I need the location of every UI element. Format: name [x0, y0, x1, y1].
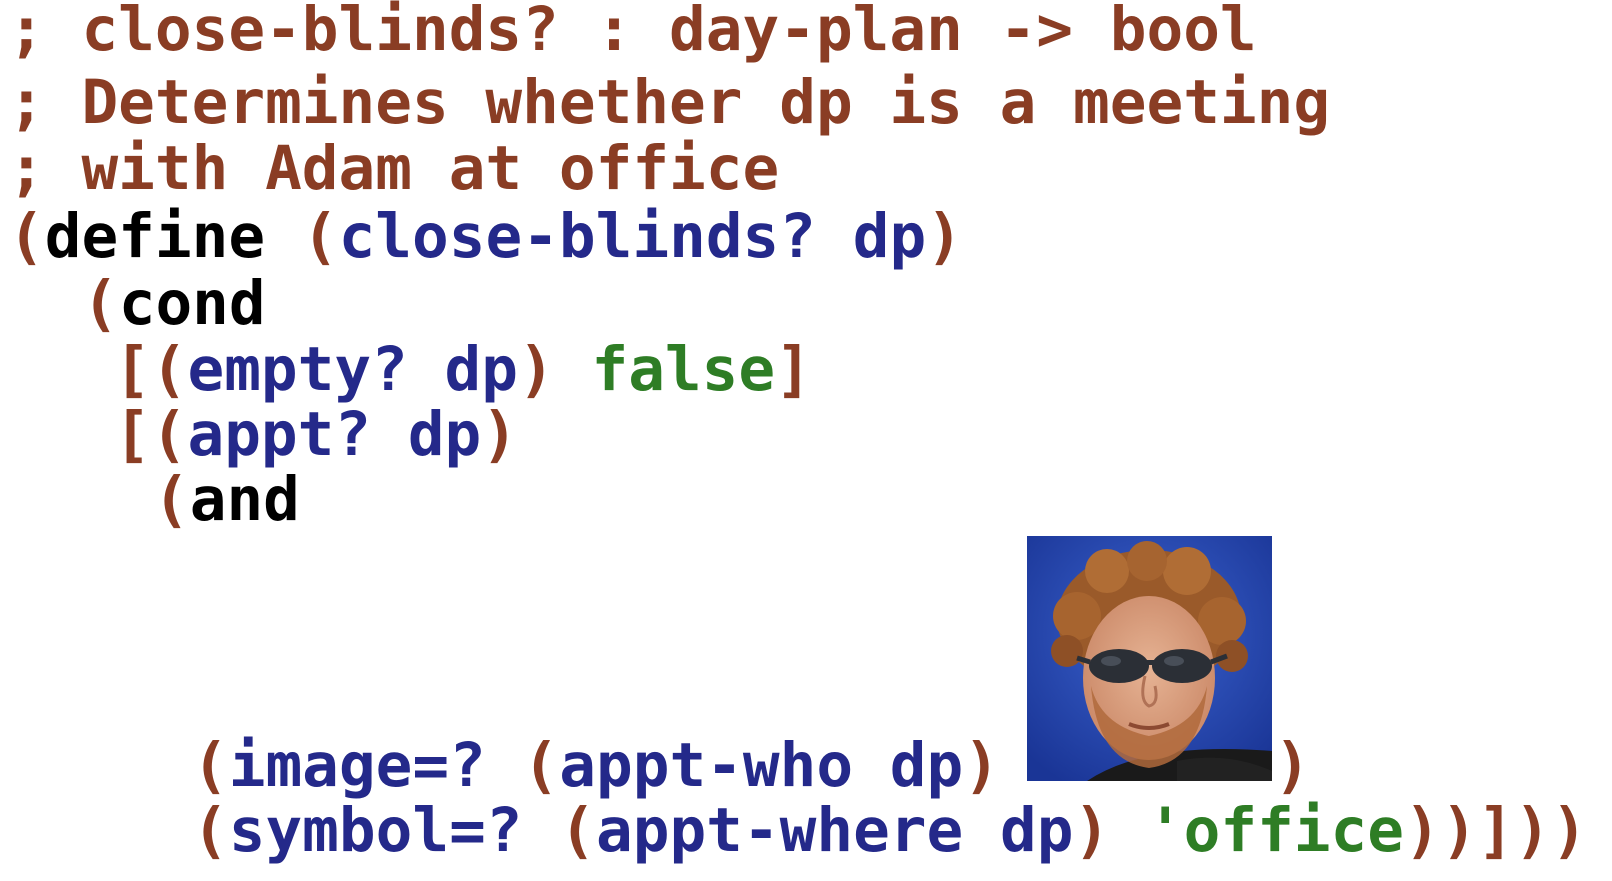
close-bracket: ]: [775, 334, 812, 405]
appt-test: appt? dp: [187, 399, 482, 470]
open-paren: (: [82, 268, 119, 339]
image-eq-function: image=?: [228, 730, 523, 801]
open-paren: (: [150, 399, 188, 470]
open-paren: (: [522, 730, 560, 801]
close-paren: ): [963, 730, 1000, 801]
close-paren: ): [481, 399, 519, 470]
open-paren: (: [150, 334, 188, 405]
open-paren: (: [192, 730, 229, 801]
adam-photo-image: [1027, 536, 1272, 781]
office-symbol: 'office: [1146, 795, 1404, 866]
code-appt-clause-line: [(appt? dp): [114, 400, 518, 470]
open-paren: (: [153, 464, 190, 535]
open-bracket: [: [114, 334, 151, 405]
code-cond-line: (cond: [82, 269, 266, 339]
close-paren: ): [518, 334, 555, 405]
define-keyword: define: [44, 201, 266, 272]
open-paren: (: [301, 201, 339, 272]
code-and-line: (and: [153, 465, 300, 535]
and-keyword: and: [189, 464, 300, 535]
adam-photo: [1027, 536, 1272, 781]
cond-keyword: cond: [118, 268, 266, 339]
code-comment-line-1: ; close-blinds? : day-plan -> bool: [8, 0, 1257, 65]
open-bracket: [: [114, 399, 151, 470]
code-image-eq-line: (image=? (appt-who dp): [192, 731, 1000, 801]
open-paren: (: [559, 795, 596, 866]
close-paren: ): [926, 201, 963, 272]
function-signature: close-blinds? dp: [338, 201, 927, 272]
code-comment-line-3: ; with Adam at office: [8, 133, 780, 204]
code-symbol-eq-line: (symbol=? (appt-where dp) 'office))])): [192, 796, 1588, 866]
open-paren: (: [8, 201, 45, 272]
appt-who-call: appt-who dp: [559, 730, 964, 801]
code-define-line: (define (close-blinds? dp): [8, 202, 963, 272]
code-comment-line-2: ; Determines whether dp is a meeting: [8, 67, 1331, 138]
false-value: false: [591, 334, 776, 405]
closing-brackets: ))])): [1403, 795, 1588, 866]
code-empty-clause-line: [(empty? dp) false]: [114, 335, 812, 405]
image-eq-close-paren: ): [1274, 730, 1311, 801]
empty-test: empty? dp: [187, 334, 518, 405]
appt-where-call: appt-where dp: [596, 795, 1074, 866]
open-paren: (: [192, 795, 229, 866]
symbol-eq-function: symbol=?: [228, 795, 560, 866]
close-paren: ): [1073, 795, 1111, 866]
